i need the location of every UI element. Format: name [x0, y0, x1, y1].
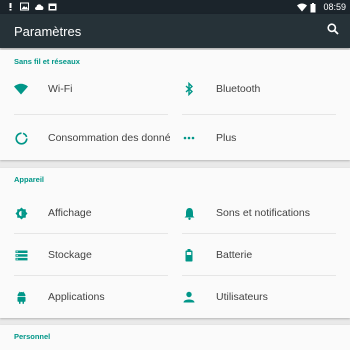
setting-label-display: Affichage	[48, 207, 92, 219]
divider	[14, 275, 168, 276]
bluetooth-icon	[182, 82, 196, 96]
divider	[182, 233, 336, 234]
divider	[182, 114, 336, 115]
setting-item-storage[interactable]: Stockage	[14, 236, 168, 274]
search-button[interactable]	[324, 22, 342, 40]
section-wireless-networks: Sans fil et réseaux Wi-Fi Bluetooth Cons…	[0, 50, 350, 160]
setting-item-bluetooth[interactable]: Bluetooth	[182, 70, 336, 108]
setting-label-storage: Stockage	[48, 249, 92, 261]
app-bar: Paramètres	[0, 14, 350, 48]
cloud-download-icon	[34, 2, 44, 11]
image-icon	[20, 2, 29, 11]
setting-label-data-usage: Consommation des données	[48, 132, 170, 144]
storage-icon	[14, 248, 28, 262]
setting-item-battery[interactable]: Batterie	[182, 236, 336, 274]
person-icon	[182, 290, 196, 304]
section-header-personal: Personnel	[14, 332, 51, 341]
section-header-wireless: Sans fil et réseaux	[14, 57, 80, 66]
setting-item-data-usage[interactable]: Consommation des données	[14, 119, 170, 157]
settings-screen: 08:59 Paramètres Sans fil et réseaux Wi-…	[0, 0, 350, 350]
battery-icon	[310, 2, 319, 12]
divider	[182, 275, 336, 276]
setting-label-bluetooth: Bluetooth	[216, 83, 261, 95]
setting-item-more[interactable]: Plus	[182, 119, 336, 157]
status-bar-time: 08:59	[323, 2, 346, 12]
status-bar-system: 08:59	[297, 2, 346, 12]
setting-item-display[interactable]: Affichage	[14, 194, 168, 232]
notification-icon	[6, 2, 15, 11]
divider	[14, 233, 168, 234]
setting-label-battery: Batterie	[216, 249, 253, 261]
android-icon	[14, 290, 28, 304]
page-title: Paramètres	[14, 24, 82, 39]
setting-label-more: Plus	[216, 132, 237, 144]
section-header-device: Appareil	[14, 175, 45, 184]
setting-label-users: Utilisateurs	[216, 291, 268, 303]
setting-item-sounds-notifications[interactable]: Sons et notifications	[182, 194, 336, 232]
data-usage-icon	[14, 131, 28, 145]
divider	[14, 114, 168, 115]
setting-item-users[interactable]: Utilisateurs	[182, 278, 336, 316]
wifi-icon	[14, 82, 28, 96]
more-icon	[182, 131, 196, 145]
setting-label-applications: Applications	[48, 291, 105, 303]
section-device: Appareil Affichage Sons et notifications…	[0, 168, 350, 318]
setting-item-wifi[interactable]: Wi-Fi	[14, 70, 168, 108]
section-personal: Personnel	[0, 325, 350, 350]
brightness-icon	[14, 206, 28, 220]
status-bar-notifications	[6, 2, 57, 11]
battery-icon	[182, 248, 196, 262]
search-icon	[327, 22, 339, 40]
bell-icon	[182, 206, 196, 220]
wifi-icon	[297, 3, 308, 12]
setting-item-applications[interactable]: Applications	[14, 278, 168, 316]
setting-label-sounds-notifications: Sons et notifications	[216, 207, 310, 219]
setting-label-wifi: Wi-Fi	[48, 83, 73, 95]
calendar-icon	[48, 2, 57, 11]
status-bar: 08:59	[0, 0, 350, 14]
